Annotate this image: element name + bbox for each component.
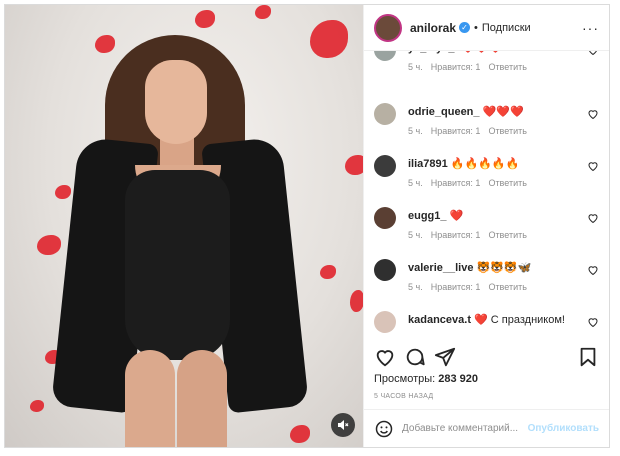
comment-avatar[interactable] bbox=[374, 51, 396, 61]
comment-time: 5 ч. bbox=[408, 282, 423, 292]
like-heart-icon[interactable] bbox=[374, 346, 396, 368]
comment-text: ❤️ С праздником! bbox=[474, 314, 565, 326]
face bbox=[145, 60, 207, 144]
comment-username[interactable]: odrie_queen_ bbox=[408, 106, 480, 118]
comment-item: valerie__live 🐯🐯🐯🦋 5 ч. Нравится: 1 Ответи… bbox=[374, 259, 599, 299]
rose-petal bbox=[320, 265, 336, 279]
leg-right bbox=[177, 350, 227, 447]
comment-avatar[interactable] bbox=[374, 155, 396, 177]
comment-reply[interactable]: Ответить bbox=[488, 230, 526, 240]
bookmark-icon[interactable] bbox=[577, 346, 599, 368]
rose-petal bbox=[30, 400, 44, 412]
emoji-smile-icon[interactable] bbox=[374, 419, 394, 439]
add-comment-row: Добавьте комментарий... Опубликовать bbox=[364, 409, 609, 447]
comment-bubble-icon[interactable] bbox=[404, 346, 426, 368]
post-actions bbox=[374, 345, 599, 369]
rose-petal bbox=[195, 10, 215, 28]
mute-button[interactable] bbox=[331, 413, 355, 437]
post-photo[interactable] bbox=[5, 5, 363, 447]
comment-item: ya_olya_t ❤️❤️❤️ 5 ч. Нравится: 1 Ответить bbox=[374, 51, 599, 79]
comment-reply[interactable]: Ответить bbox=[488, 126, 526, 136]
comment-likes[interactable]: Нравится: 1 bbox=[431, 178, 481, 188]
comment-likes[interactable]: Нравится: 1 bbox=[431, 62, 481, 72]
view-count-value: 283 920 bbox=[438, 373, 479, 385]
like-comment-icon[interactable] bbox=[587, 264, 599, 276]
rose-petal bbox=[350, 290, 363, 312]
comment-item: kadanceva.t ❤️ С праздником! bbox=[374, 311, 599, 341]
comment-text: ❤️❤️❤️ bbox=[461, 51, 502, 54]
separator-dot: • bbox=[474, 21, 478, 34]
comment-avatar[interactable] bbox=[374, 311, 396, 333]
leg-left bbox=[125, 350, 175, 447]
author-username[interactable]: anilorak bbox=[410, 21, 456, 35]
comment-username[interactable]: eugg1_ bbox=[408, 210, 447, 222]
comment-username[interactable]: ya_olya_t bbox=[408, 51, 458, 54]
author-avatar[interactable] bbox=[374, 13, 402, 42]
comment-avatar[interactable] bbox=[374, 259, 396, 281]
rose-petal bbox=[345, 155, 363, 175]
comment-avatar[interactable] bbox=[374, 103, 396, 125]
post-sidebar: anilorak ✓ • Подписки ··· ya_olya_t ❤️❤️… bbox=[363, 5, 609, 447]
comment-item: ilia7891 🔥🔥🔥🔥🔥 5 ч. Нравится: 1 Ответить bbox=[374, 155, 599, 195]
comment-username[interactable]: kadanceva.t bbox=[408, 314, 471, 326]
comment-text: ❤️❤️❤️ bbox=[482, 106, 524, 118]
comment-username[interactable]: valerie__live bbox=[408, 262, 473, 274]
comment-item: eugg1_ ❤️ 5 ч. Нравится: 1 Ответить bbox=[374, 207, 599, 247]
comment-username[interactable]: ilia7891 bbox=[408, 158, 448, 170]
comment-time: 5 ч. bbox=[408, 62, 423, 72]
bodysuit bbox=[125, 170, 230, 360]
view-count-label: Просмотры: bbox=[374, 373, 439, 385]
post-timestamp: 5 ЧАСОВ НАЗАД bbox=[374, 393, 434, 400]
comment-likes[interactable]: Нравится: 1 bbox=[431, 230, 481, 240]
following-button[interactable]: Подписки bbox=[482, 22, 531, 34]
instagram-post: anilorak ✓ • Подписки ··· ya_olya_t ❤️❤️… bbox=[4, 4, 610, 448]
view-count: Просмотры: 283 920 bbox=[374, 373, 478, 385]
comment-time: 5 ч. bbox=[408, 178, 423, 188]
post-header: anilorak ✓ • Подписки ··· bbox=[364, 5, 609, 51]
like-comment-icon[interactable] bbox=[587, 51, 599, 56]
comment-time: 5 ч. bbox=[408, 126, 423, 136]
rose-petal bbox=[310, 20, 348, 58]
more-options-icon[interactable]: ··· bbox=[582, 20, 599, 36]
comment-text: ❤️ bbox=[449, 210, 464, 222]
comment-reply[interactable]: Ответить bbox=[488, 62, 526, 72]
model-figure bbox=[51, 30, 309, 447]
like-comment-icon[interactable] bbox=[587, 108, 599, 120]
comment-item: odrie_queen_ ❤️❤️❤️ 5 ч. Нравится: 1 Ответ… bbox=[374, 103, 599, 143]
share-send-icon[interactable] bbox=[434, 346, 456, 368]
like-comment-icon[interactable] bbox=[587, 212, 599, 224]
like-comment-icon[interactable] bbox=[587, 160, 599, 172]
add-comment-input[interactable]: Добавьте комментарий... bbox=[402, 423, 518, 434]
comment-text: 🔥🔥🔥🔥🔥 bbox=[450, 158, 520, 170]
rose-petal bbox=[37, 235, 61, 255]
comment-reply[interactable]: Ответить bbox=[488, 282, 526, 292]
comments-list: ya_olya_t ❤️❤️❤️ 5 ч. Нравится: 1 Ответить… bbox=[364, 51, 609, 341]
comment-time: 5 ч. bbox=[408, 230, 423, 240]
comment-likes[interactable]: Нравится: 1 bbox=[431, 282, 481, 292]
comment-reply[interactable]: Ответить bbox=[488, 178, 526, 188]
speaker-icon bbox=[338, 420, 349, 430]
like-comment-icon[interactable] bbox=[587, 316, 599, 328]
comment-text: 🐯🐯🐯🦋 bbox=[476, 262, 532, 274]
comment-likes[interactable]: Нравится: 1 bbox=[431, 126, 481, 136]
comment-avatar[interactable] bbox=[374, 207, 396, 229]
verified-badge-icon: ✓ bbox=[459, 22, 471, 33]
rose-petal bbox=[255, 5, 271, 19]
publish-button[interactable]: Опубликовать bbox=[528, 423, 599, 434]
